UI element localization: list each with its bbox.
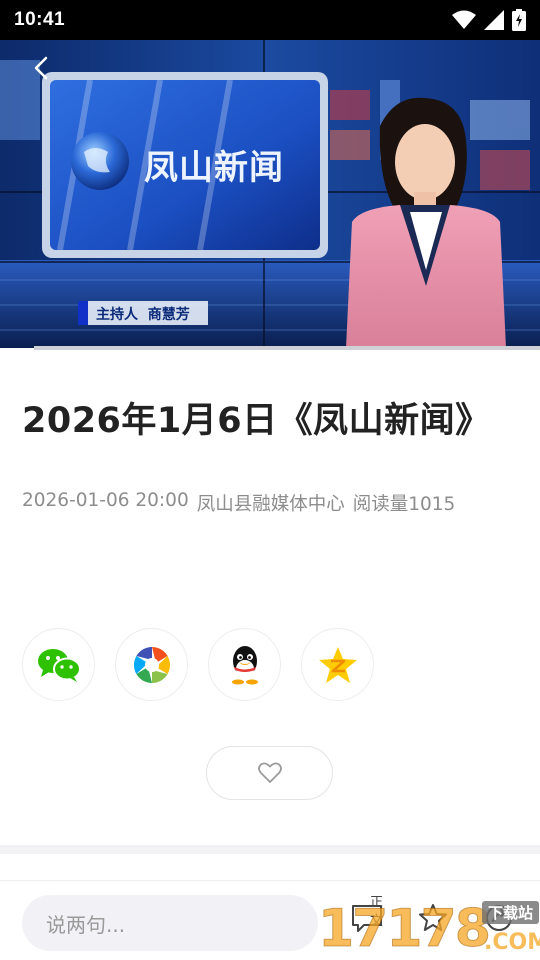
- star-icon: [419, 904, 447, 931]
- comment-placeholder: 说两句...: [46, 912, 126, 937]
- read-count: 阅读量1015: [352, 494, 456, 515]
- qzone-icon: [318, 646, 357, 683]
- back-arrow-icon[interactable]: [30, 54, 52, 82]
- share-moments-button[interactable]: [115, 628, 188, 701]
- share-qzone-button[interactable]: [301, 628, 374, 701]
- share-qq-button[interactable]: [208, 628, 281, 701]
- status-bar: 10:41: [0, 0, 540, 40]
- news-studio-image: [0, 40, 540, 348]
- like-button[interactable]: [206, 746, 333, 800]
- favorite-button[interactable]: [418, 903, 448, 937]
- comment-bar: 说两句... 正文: [0, 880, 540, 960]
- comment-input[interactable]: 说两句...: [22, 895, 318, 951]
- share-wechat-button[interactable]: [22, 628, 95, 701]
- article-source: 凤山县融媒体中心: [196, 494, 345, 515]
- publish-date: 2026-01-06 20:00: [22, 490, 189, 511]
- moments-icon: [133, 646, 170, 683]
- share-button[interactable]: [484, 903, 514, 937]
- host-caption: 主持人 商慧芳: [96, 307, 190, 323]
- status-time: 10:41: [14, 9, 66, 30]
- wechat-icon: [37, 648, 81, 682]
- article-title: 2026年1月6日《凤山新闻》: [22, 401, 491, 441]
- battery-icon: [512, 9, 526, 31]
- article-meta: 2026-01-06 20:00 凤山县融媒体中心 阅读量1015: [22, 490, 522, 516]
- video-player[interactable]: 凤山新闻 主持人 商慧芳: [0, 40, 540, 348]
- comment-count-button[interactable]: 正文: [350, 895, 384, 937]
- wifi-icon: [452, 10, 476, 29]
- video-progress-bar[interactable]: [34, 346, 540, 350]
- comment-label: 正文: [370, 895, 384, 929]
- signal-icon: [484, 10, 504, 30]
- section-divider: [0, 845, 540, 854]
- share-icon: [486, 905, 512, 931]
- share-row: [22, 628, 374, 701]
- heart-icon: [257, 762, 282, 783]
- channel-banner: 凤山新闻: [144, 148, 284, 188]
- qq-icon: [231, 645, 258, 684]
- system-icons: [452, 9, 526, 31]
